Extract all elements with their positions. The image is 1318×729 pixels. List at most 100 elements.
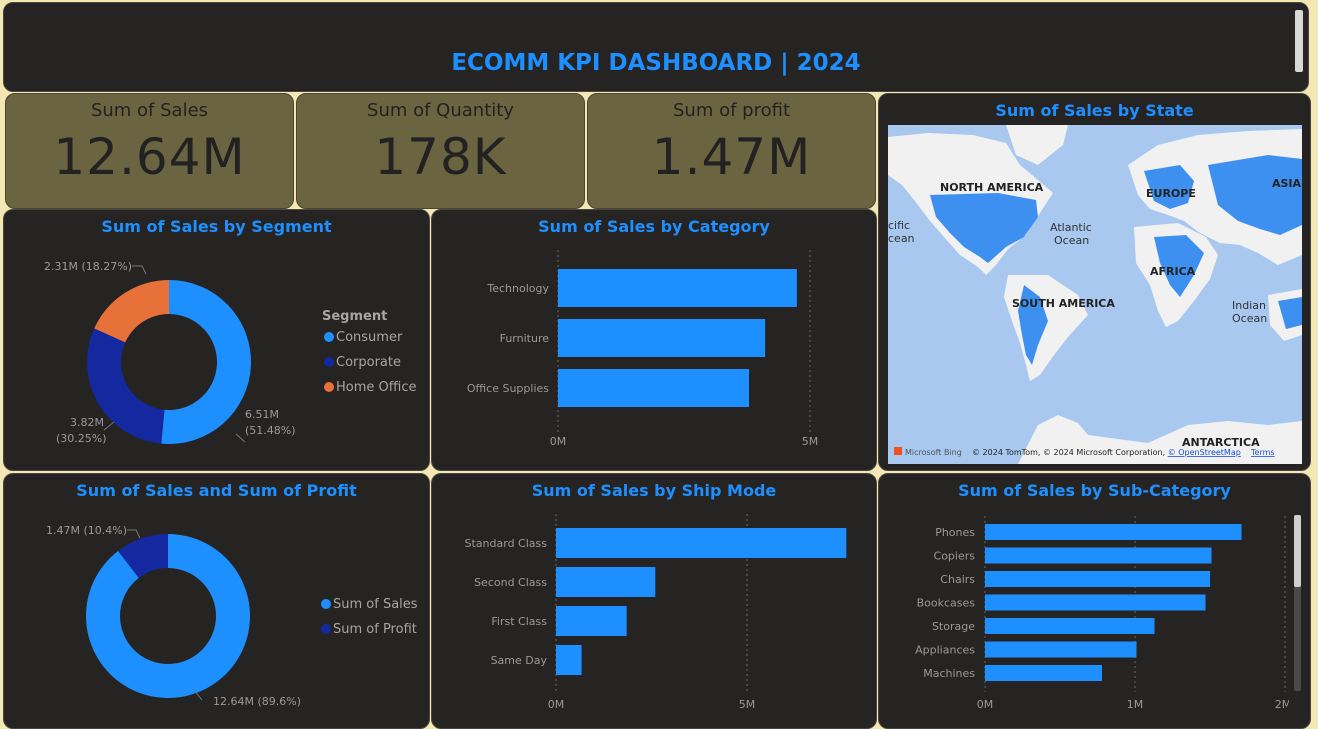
page-scrollbar[interactable] bbox=[1295, 10, 1303, 72]
category-chart-panel: Sum of Sales by Category 0M 5M Technolog… bbox=[431, 209, 877, 471]
legend-title: Segment bbox=[322, 309, 387, 324]
kpi-card-quantity: Sum of Quantity 178K bbox=[296, 93, 585, 209]
legend-marker bbox=[324, 332, 334, 342]
leader-line bbox=[127, 529, 141, 539]
map-label: NORTH AMERICA bbox=[940, 181, 1044, 194]
bar bbox=[558, 319, 766, 357]
data-label: (30.25%) bbox=[56, 432, 107, 445]
scrollbar-thumb[interactable] bbox=[1294, 515, 1301, 587]
category-label: Same Day bbox=[491, 654, 548, 667]
category-label: Phones bbox=[935, 526, 975, 539]
data-label: 1.47M (10.4%) bbox=[46, 524, 127, 537]
axis-tick-label: 1M bbox=[1127, 698, 1144, 711]
dashboard-title: ECOMM KPI DASHBOARD | 2024 bbox=[451, 50, 861, 76]
category-bars: Technology Furniture Office Supplies bbox=[467, 269, 797, 407]
map-label: cific bbox=[888, 219, 910, 232]
kpi-value: 12.64M bbox=[53, 128, 246, 186]
category-label: Second Class bbox=[474, 576, 547, 589]
legend-label: Corporate bbox=[336, 355, 401, 370]
donut-slice bbox=[161, 280, 252, 444]
map-label: Ocean bbox=[1232, 312, 1267, 325]
terms-link: Terms bbox=[1250, 448, 1275, 457]
map-label: EUROPE bbox=[1146, 187, 1196, 200]
bing-logo-icon bbox=[894, 447, 902, 455]
legend-marker bbox=[324, 382, 334, 392]
axis-tick-label: 2M bbox=[1275, 698, 1289, 711]
header-panel: ECOMM KPI DASHBOARD | 2024 bbox=[3, 2, 1309, 92]
bar bbox=[985, 547, 1212, 564]
category-label: Machines bbox=[923, 667, 975, 680]
category-label: Technology bbox=[486, 282, 549, 295]
axis-tick-label: 0M bbox=[550, 435, 567, 448]
profit-legend: Sum of Sales Sum of Profit bbox=[321, 597, 418, 637]
segment-donut-chart[interactable]: 6.51M (51.48%) 3.82M (30.25%) 2.31M (18.… bbox=[4, 238, 429, 468]
legend-label: Sum of Sales bbox=[333, 597, 418, 612]
category-label: Chairs bbox=[940, 573, 975, 586]
bar bbox=[985, 571, 1210, 587]
profit-chart-title: Sum of Sales and Sum of Profit bbox=[76, 481, 357, 500]
axis-tick-label: 5M bbox=[739, 698, 756, 711]
kpi-value: 1.47M bbox=[651, 128, 812, 186]
sales-profit-donut-chart[interactable]: 1.47M (10.4%) 12.64M (89.6%) Sum of Sale… bbox=[4, 502, 429, 728]
category-chart-title: Sum of Sales by Category bbox=[538, 217, 770, 236]
osm-link: © OpenStreetMap bbox=[1168, 448, 1241, 457]
leader-line bbox=[132, 265, 147, 275]
data-label: (51.48%) bbox=[245, 424, 296, 437]
profit-chart-panel: Sum of Sales and Sum of Profit 1.47M (10… bbox=[3, 473, 430, 729]
axis-tick-label: 5M bbox=[802, 435, 819, 448]
category-label: Appliances bbox=[915, 644, 975, 657]
category-label: Office Supplies bbox=[467, 382, 549, 395]
data-label: 3.82M bbox=[70, 416, 104, 429]
donut-slice bbox=[94, 280, 169, 343]
legend-marker bbox=[324, 357, 334, 367]
kpi-label: Sum of Quantity bbox=[367, 100, 514, 121]
bar bbox=[985, 594, 1206, 611]
subcategory-bar-chart[interactable]: 0M 1M 2M Phones Copiers Chairs Bookcases Sto… bbox=[879, 502, 1289, 728]
profit-donut bbox=[85, 534, 251, 698]
map-label: ASIA bbox=[1272, 177, 1302, 190]
category-bar-chart[interactable]: 0M 5M Technology Furniture Office Supplies bbox=[432, 238, 876, 468]
leader-line bbox=[235, 433, 246, 443]
category-label: First Class bbox=[491, 615, 547, 628]
bar bbox=[556, 606, 627, 636]
segment-chart-panel: Sum of Sales by Segment 6.51M (51.48%) 3… bbox=[3, 209, 430, 471]
attribution-text: © 2024 TomTom, © 2024 Microsoft Corporat… bbox=[972, 448, 1168, 457]
sales-by-state-map[interactable]: NORTH AMERICA EUROPE ASIA Atlantic Ocean… bbox=[888, 125, 1302, 464]
bar bbox=[558, 369, 750, 407]
bar bbox=[985, 524, 1242, 540]
map-title: Sum of Sales by State bbox=[995, 101, 1194, 120]
map-label: Atlantic bbox=[1050, 221, 1092, 234]
map-label: cean bbox=[888, 232, 915, 245]
kpi-card-sales: Sum of Sales 12.64M bbox=[5, 93, 294, 209]
legend-label: Home Office bbox=[336, 380, 416, 395]
shipmode-bar-chart[interactable]: 0M 5M Standard Class Second Class First Cl… bbox=[432, 502, 876, 728]
bar bbox=[556, 528, 847, 558]
category-label: Copiers bbox=[934, 550, 976, 563]
data-label: 6.51M bbox=[245, 408, 279, 421]
bar bbox=[556, 567, 656, 597]
category-label: Storage bbox=[932, 620, 975, 633]
map-label: Indian bbox=[1232, 299, 1266, 312]
kpi-label: Sum of profit bbox=[673, 100, 790, 121]
bar bbox=[985, 618, 1155, 634]
segment-chart-title: Sum of Sales by Segment bbox=[101, 217, 332, 236]
category-label: Furniture bbox=[500, 332, 550, 345]
kpi-label: Sum of Sales bbox=[90, 100, 209, 121]
category-label: Standard Class bbox=[465, 537, 548, 550]
legend-marker bbox=[321, 599, 331, 609]
legend-label: Consumer bbox=[336, 330, 403, 345]
bar bbox=[985, 665, 1102, 681]
bar bbox=[556, 645, 582, 675]
subcategory-chart-title: Sum of Sales by Sub-Category bbox=[958, 481, 1231, 500]
bing-label: Microsoft Bing bbox=[905, 448, 962, 457]
subcategory-scrollbar[interactable] bbox=[1294, 515, 1301, 691]
segment-donut bbox=[86, 280, 252, 444]
segment-legend: Consumer Corporate Home Office bbox=[324, 330, 416, 395]
map-label: Ocean bbox=[1054, 234, 1089, 247]
legend-label: Sum of Profit bbox=[333, 622, 417, 637]
legend-marker bbox=[321, 624, 331, 634]
kpi-card-profit: Sum of profit 1.47M bbox=[587, 93, 876, 209]
map-label: AFRICA bbox=[1150, 265, 1196, 278]
map-panel: Sum of Sales by State NORTH AMERICA EURO… bbox=[878, 93, 1311, 471]
map-attribution: © 2024 TomTom, © 2024 Microsoft Corporat… bbox=[972, 448, 1241, 457]
